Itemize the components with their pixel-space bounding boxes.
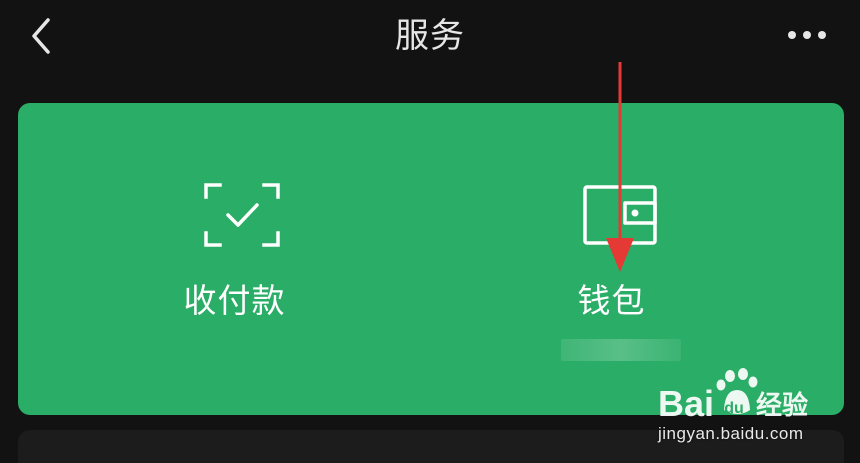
wallet-balance-blurred	[561, 339, 681, 361]
svg-text:Bai: Bai	[658, 383, 714, 424]
wallet-label: 钱包	[577, 281, 646, 320]
svg-text:du: du	[724, 400, 744, 417]
red-annotation-arrow	[606, 62, 634, 272]
more-button[interactable]	[782, 20, 832, 50]
service-screen: 服务 收付款 钱包 du Bai 经验 jingyan.baidu.com	[0, 0, 860, 463]
baidu-watermark: du Bai 经验 jingyan.baidu.com	[628, 366, 828, 454]
watermark-url: jingyan.baidu.com	[658, 424, 804, 443]
scan-check-icon	[204, 183, 280, 247]
more-dots-icon	[788, 31, 826, 39]
payment-label: 收付款	[183, 281, 286, 320]
top-bar: 服务	[0, 0, 860, 76]
baidu-jingyan-logo: du Bai 经验	[658, 368, 808, 424]
page-title: 服务	[395, 16, 465, 56]
svg-text:经验: 经验	[756, 390, 808, 421]
payment-tile[interactable]: 收付款	[18, 103, 431, 415]
